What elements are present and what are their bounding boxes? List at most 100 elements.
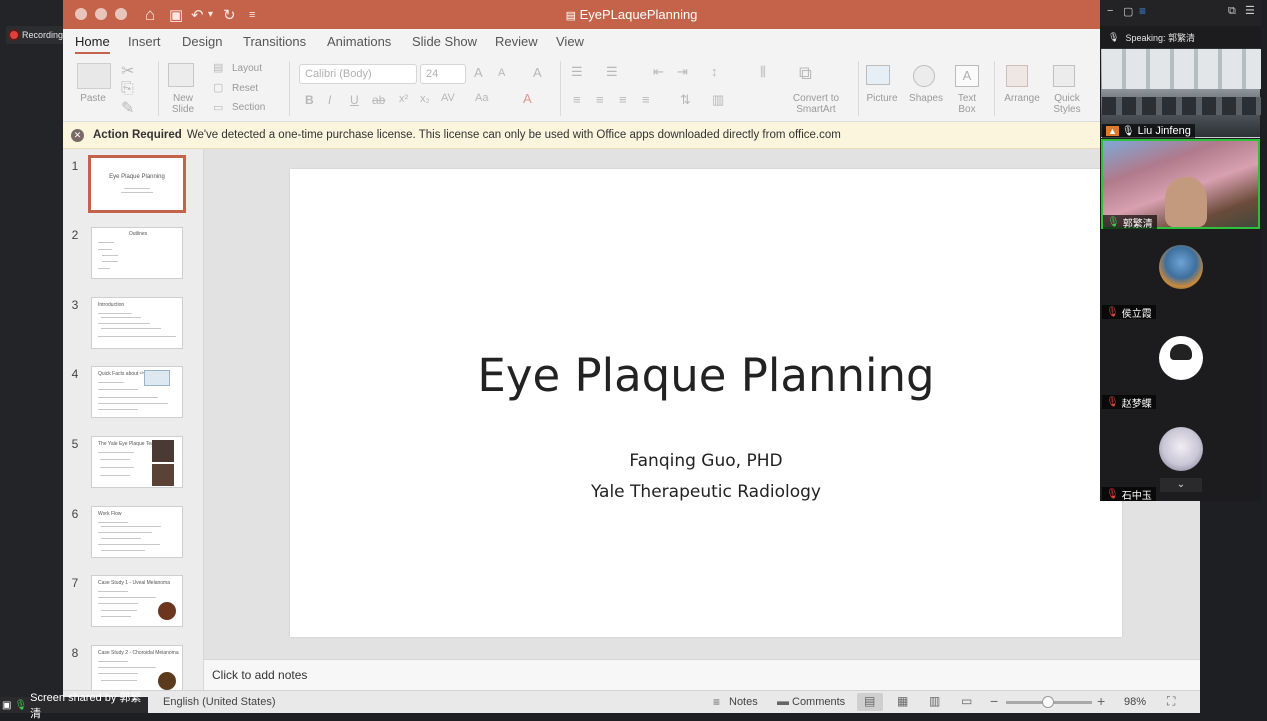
language-status[interactable]: English (United States): [163, 696, 276, 708]
font-name-field[interactable]: Calibri (Body): [299, 64, 417, 84]
slideshow-icon[interactable]: ▭: [961, 694, 972, 708]
slide-affiliation[interactable]: Yale Therapeutic Radiology: [290, 482, 1122, 502]
justify-icon[interactable]: ≡: [642, 92, 650, 107]
strikethrough-icon[interactable]: ab: [372, 93, 385, 107]
bullets-icon[interactable]: ☰: [571, 64, 583, 80]
convert-smartart-button[interactable]: Convert to SmartArt: [785, 93, 847, 115]
increase-font-icon[interactable]: A: [474, 65, 483, 80]
italic-icon[interactable]: I: [328, 93, 331, 107]
notes-pane[interactable]: Click to add notes: [204, 659, 1200, 690]
clear-format-icon[interactable]: A: [533, 65, 542, 80]
subscript-icon[interactable]: x₂: [420, 93, 430, 105]
tab-design[interactable]: Design: [182, 34, 222, 49]
reading-view-icon[interactable]: ▥: [929, 694, 940, 708]
change-case-icon[interactable]: Aa: [475, 92, 488, 104]
current-slide[interactable]: Eye Plaque Planning Fanqing Guo, PHD Yal…: [290, 169, 1122, 637]
gallery-icon[interactable]: ⧉: [1228, 5, 1236, 18]
zoom-panel-header: − ▢ ≡ ⧉ ☰: [1100, 0, 1261, 26]
thumbnail-line: [98, 313, 132, 314]
slide-thumbnail-5[interactable]: The Yale Eye Plaque Team: [91, 436, 183, 488]
comments-icon: ▬: [777, 694, 789, 708]
speaker-face: [1165, 177, 1207, 227]
participant-nametag: 🎙 郭繁清: [1103, 215, 1157, 230]
paste-clipboard-icon[interactable]: [77, 63, 111, 89]
quick-styles-button[interactable]: Quick Styles: [1045, 93, 1089, 115]
section-button[interactable]: Section: [232, 102, 265, 113]
participant-video-1[interactable]: ▲ 🎙 Liu Jinfeng: [1101, 48, 1261, 138]
increase-indent-icon[interactable]: ⇥: [677, 64, 688, 80]
tab-transitions[interactable]: Transitions: [243, 34, 306, 49]
text-box-button[interactable]: Text Box: [949, 93, 985, 115]
character-spacing-icon[interactable]: AV: [441, 92, 455, 104]
slide-thumbnail-7[interactable]: Case Study 1 - Uveal Melanoma: [91, 575, 183, 627]
columns-icon[interactable]: ⫼: [760, 64, 766, 80]
align-center-icon[interactable]: ≡: [596, 92, 604, 107]
menu-icon[interactable]: ≡: [1139, 4, 1146, 18]
classroom-ceiling: [1102, 49, 1261, 89]
scroll-down-button[interactable]: ⌄: [1160, 478, 1202, 492]
participant-tile-3[interactable]: 🎙 侯立霞: [1101, 231, 1260, 320]
slide-sorter-icon[interactable]: ▦: [897, 694, 908, 708]
cut-icon[interactable]: ✂: [121, 61, 134, 81]
recording-indicator[interactable]: Recording: [6, 26, 70, 44]
thumbnail-line: [98, 397, 158, 398]
thumbnail-title: Case Study 1 - Uveal Melanoma: [98, 580, 170, 586]
tab-review[interactable]: Review: [495, 34, 538, 49]
slide-title[interactable]: Eye Plaque Planning: [290, 349, 1122, 402]
options-icon[interactable]: ☰: [1245, 4, 1255, 17]
line-spacing-icon[interactable]: ↕: [711, 64, 718, 79]
decrease-indent-icon[interactable]: ⇤: [653, 64, 664, 80]
slide-thumbnail-4[interactable]: Quick Facts about ¹²⁵I: [91, 366, 183, 418]
align-text-icon[interactable]: ▥: [712, 92, 724, 108]
slide-thumbnail-8[interactable]: Case Study 2 - Choroidal Melanoma: [91, 645, 183, 690]
tab-insert[interactable]: Insert: [128, 34, 161, 49]
slide-thumbnail-2[interactable]: Outlines: [91, 227, 183, 279]
dismiss-message-icon[interactable]: ✕: [71, 128, 84, 142]
participant-tile-5[interactable]: ⌄ 🎙 石中玉: [1101, 411, 1260, 502]
font-size-field[interactable]: 24: [420, 64, 466, 84]
tab-view[interactable]: View: [556, 34, 584, 49]
tab-home[interactable]: Home: [75, 34, 110, 54]
text-direction-icon[interactable]: ⇅: [680, 92, 691, 108]
minimize-panel-icon[interactable]: −: [1107, 5, 1113, 17]
paste-button[interactable]: Paste: [73, 93, 113, 104]
font-color-icon[interactable]: A: [523, 91, 532, 106]
slide-thumbnail-3[interactable]: Introduction: [91, 297, 183, 349]
participant-tile-4[interactable]: 🎙 赵梦蝶: [1101, 321, 1260, 410]
tab-slide-show[interactable]: Slide Show: [412, 34, 477, 49]
slide-thumbnail-1[interactable]: Eye Plaque Planning: [88, 155, 186, 213]
normal-view-button[interactable]: ▤: [857, 693, 883, 711]
participant-video-2[interactable]: 🎙 郭繁清: [1101, 139, 1260, 230]
fit-to-window-icon[interactable]: ⛶: [1167, 694, 1175, 709]
restore-panel-icon[interactable]: ▢: [1123, 5, 1133, 18]
align-left-icon[interactable]: ≡: [573, 92, 581, 107]
picture-button[interactable]: Picture: [860, 93, 904, 104]
layout-button[interactable]: Layout: [232, 63, 262, 74]
bold-icon[interactable]: B: [305, 93, 314, 107]
license-message-bar: ✕ Action Required We've detected a one-t…: [63, 122, 1200, 149]
superscript-icon[interactable]: x²: [399, 93, 408, 105]
tab-animations[interactable]: Animations: [327, 34, 391, 49]
notes-toggle-button[interactable]: Notes: [729, 696, 758, 708]
new-slide-icon[interactable]: [168, 63, 194, 87]
zoom-in-icon[interactable]: +: [1097, 693, 1105, 709]
zoom-right-background: [1261, 0, 1267, 713]
numbering-icon[interactable]: ☰: [606, 64, 618, 80]
slide-thumbnail-6[interactable]: Work Flow: [91, 506, 183, 558]
decrease-font-icon[interactable]: A: [498, 67, 505, 79]
shapes-icon: [913, 65, 935, 87]
copy-icon[interactable]: ⎘: [121, 80, 134, 98]
format-painter-icon[interactable]: ✎: [121, 98, 134, 118]
shapes-button[interactable]: Shapes: [903, 93, 949, 104]
comments-toggle-button[interactable]: Comments: [792, 696, 845, 708]
underline-icon[interactable]: U: [350, 93, 359, 107]
screen-share-indicator[interactable]: ▣ 🎙 Screen shared by 郭繁清: [0, 692, 148, 720]
new-slide-button[interactable]: New Slide: [163, 93, 203, 115]
slide-author[interactable]: Fanqing Guo, PHD: [290, 451, 1122, 471]
zoom-out-icon[interactable]: −: [990, 693, 998, 709]
zoom-slider-handle[interactable]: [1042, 696, 1054, 708]
zoom-level[interactable]: 98%: [1124, 696, 1146, 708]
align-right-icon[interactable]: ≡: [619, 92, 627, 107]
reset-button[interactable]: Reset: [232, 83, 258, 94]
arrange-button[interactable]: Arrange: [998, 93, 1046, 104]
